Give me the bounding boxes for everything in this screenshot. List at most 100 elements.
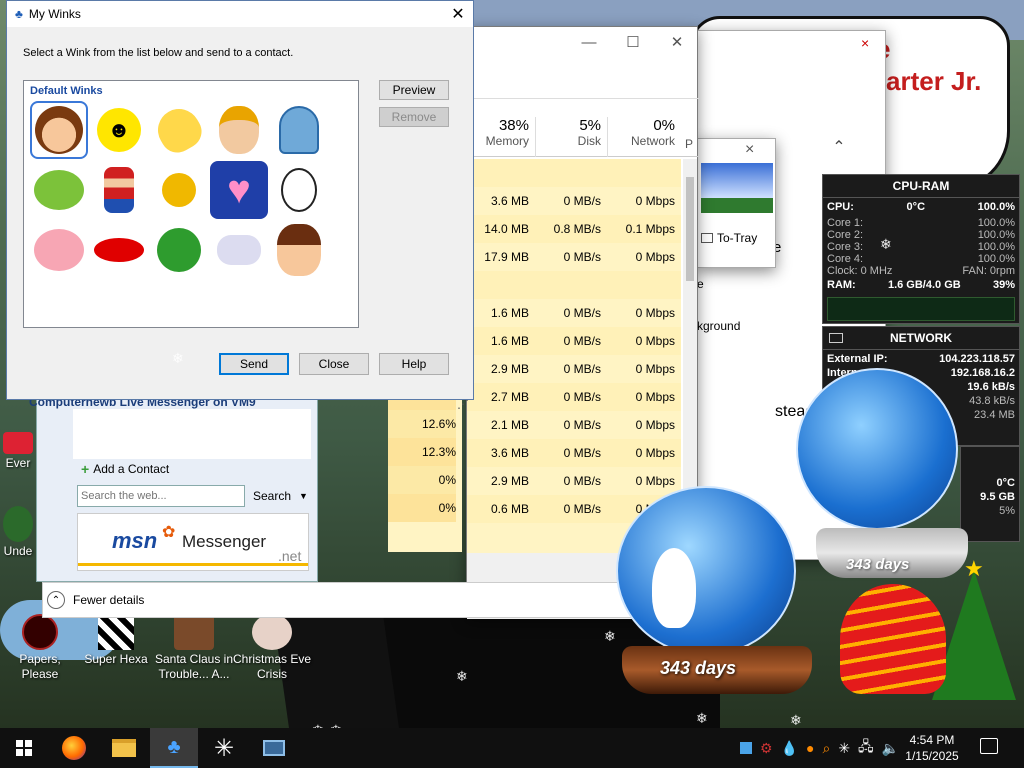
clock-time: 4:54 PM (909, 733, 955, 747)
tray-settings-icon[interactable]: ⚙ (760, 740, 773, 757)
task-manager-icon (263, 740, 285, 756)
dropdown-arrow-icon[interactable]: ▼ (299, 489, 308, 503)
column-power[interactable]: P (685, 137, 699, 157)
process-row[interactable] (467, 159, 681, 187)
process-row[interactable] (467, 271, 681, 299)
wink-lightbulb[interactable] (150, 101, 208, 159)
process-row[interactable]: 1.6 MB 0 MB/s 0 Mbps (467, 299, 681, 327)
snow-globe-large[interactable]: 343 days (796, 368, 968, 588)
taskbar-file-explorer[interactable] (100, 728, 148, 768)
tray-dialog-close-icon[interactable]: × (745, 141, 754, 159)
add-contact-link[interactable]: + Add a Contact (81, 461, 169, 477)
wink-kiss[interactable] (90, 221, 148, 279)
drive-gadget[interactable]: 0°C 9.5 GB 5% (960, 446, 1020, 542)
to-tray-option[interactable]: To-Tray (701, 231, 757, 245)
wink-alien-jar[interactable] (270, 101, 328, 159)
desktop-icon-santa-claus[interactable]: Santa Claus in Trouble... A... (154, 614, 234, 682)
clock[interactable]: 4:54 PM 1/15/2025 (900, 732, 964, 764)
flexing-smiley-icon (162, 173, 196, 207)
total-transfer: 23.4 MB (974, 409, 1015, 421)
msn-ad-banner[interactable]: msn ✿ Messenger .net (77, 513, 309, 571)
core-value: 100.0% (977, 217, 1015, 229)
taskbar-messenger[interactable]: ♣ (150, 728, 198, 768)
desktop-icon-super-hexa[interactable]: Super Hexa (76, 614, 156, 667)
external-ip-row: External IP: 104.223.118.57 (827, 353, 1015, 365)
desktop-icon-papers-please[interactable]: Papers, Please (0, 614, 80, 682)
process-cpu-cell: 0% (388, 494, 456, 522)
external-ip-label: External IP: (827, 353, 888, 365)
my-winks-dialog[interactable]: ♣ My Winks ✕ Select a Wink from the list… (6, 0, 474, 400)
snow-globe-snowman[interactable]: 343 days (612, 486, 812, 700)
wink-fist[interactable] (210, 221, 268, 279)
process-row[interactable]: 2.7 MB 0 MB/s 0 Mbps (467, 383, 681, 411)
wink-pig[interactable] (30, 221, 88, 279)
fewer-details-toggle[interactable]: ⌃ Fewer details (42, 582, 698, 618)
process-network-cell: 0 Mbps (635, 446, 675, 460)
preview-button[interactable]: Preview (379, 80, 449, 100)
search-button[interactable]: Search ▼ (253, 489, 308, 503)
desktop-icon-label: Super Hexa (84, 652, 148, 666)
ram-value: 1.6 GB/4.0 GB (887, 279, 961, 291)
process-row[interactable]: 2.1 MB 0 MB/s 0 Mbps (467, 411, 681, 439)
column-memory[interactable]: 38% Memory (467, 117, 535, 157)
msn-butterfly-icon: ✿ (162, 524, 176, 541)
side-window-scroll-up[interactable]: ⌃ (829, 137, 849, 161)
process-row[interactable]: 3.6 MB 0 MB/s 0 Mbps (467, 187, 681, 215)
wink-guitar-player[interactable] (150, 221, 208, 279)
tray-network-icon[interactable]: 🖧 (858, 736, 874, 760)
send-button[interactable]: Send (219, 353, 289, 375)
notification-center-icon[interactable] (980, 738, 998, 754)
wink-nerd-guitar[interactable] (210, 101, 268, 159)
core-row: Core 1: 100.0% (827, 217, 1015, 229)
side-window-background-text: kground (697, 319, 741, 333)
tray-orange-icon[interactable]: ● (806, 740, 814, 756)
wink-running-boy[interactable] (90, 161, 148, 219)
wink-smiley[interactable]: ☻ (90, 101, 148, 159)
side-window-close-icon[interactable]: × (861, 35, 869, 51)
core-row: Core 4: 100.0% (827, 253, 1015, 265)
tray-volume-icon[interactable]: 🔈 (882, 740, 899, 757)
taskbar-snowflake-app[interactable]: ✳ (200, 728, 248, 768)
game-icon (252, 614, 292, 650)
column-disk[interactable]: 5% Disk (535, 117, 607, 157)
column-network[interactable]: 0% Network (607, 117, 681, 157)
process-row[interactable]: 1.6 MB 0 MB/s 0 Mbps (467, 327, 681, 355)
tray-dialog[interactable]: × To-Tray (696, 138, 776, 268)
system-tray: ⚙ 💧 ● ⌕ ✳ 🖧 🔈 (740, 728, 899, 768)
firefox-icon (62, 736, 86, 760)
messenger-product: Messenger (182, 532, 267, 551)
messenger-window[interactable]: Computernewb Live Messenger on VM9 ⋰ + A… (29, 392, 469, 582)
cpu-ram-gadget[interactable]: CPU-RAM CPU: 0°C 100.0% Core 1: 100.0% C… (822, 174, 1020, 324)
close-button[interactable]: ✕ (655, 27, 699, 57)
memory-label: Memory (485, 134, 529, 148)
process-row[interactable]: 3.6 MB 0 MB/s 0 Mbps (467, 439, 681, 467)
wink-boy-cap[interactable] (30, 101, 88, 159)
wink-frog[interactable] (30, 161, 88, 219)
tray-search-icon[interactable]: ⌕ (822, 740, 830, 757)
start-button[interactable] (0, 728, 48, 768)
process-row[interactable]: 2.9 MB 0 MB/s 0 Mbps (467, 355, 681, 383)
taskbar-firefox[interactable] (50, 728, 98, 768)
wink-stick-face[interactable] (270, 161, 328, 219)
tray-app-icon[interactable] (740, 742, 752, 754)
remove-button[interactable]: Remove (379, 107, 449, 127)
wink-heart[interactable]: ♥ (210, 161, 268, 219)
process-row[interactable]: 17.9 MB 0 MB/s 0 Mbps (467, 243, 681, 271)
winks-close-button[interactable]: ✕ (443, 1, 473, 27)
wink-flexing-smiley[interactable] (150, 161, 208, 219)
process-row[interactable]: 14.0 MB 0.8 MB/s 0.1 Mbps (467, 215, 681, 243)
tray-snowflake-icon[interactable]: ✳ (838, 740, 850, 757)
alien-jar-icon (279, 106, 319, 154)
desktop-icon-christmas-eve-crisis[interactable]: Christmas Eve Crisis (232, 614, 312, 682)
taskbar-task-manager[interactable] (250, 728, 298, 768)
help-button[interactable]: Help (379, 353, 449, 375)
search-web-input[interactable] (77, 485, 245, 507)
maximize-button[interactable]: ☐ (611, 27, 655, 57)
task-manager-titlebar: — ☐ ✕ (467, 27, 699, 57)
scrollbar-thumb[interactable] (686, 177, 694, 281)
tray-drop-icon[interactable]: 💧 (781, 740, 798, 757)
wink-list[interactable]: Default Winks ☻ ♥ (23, 80, 359, 328)
close-dialog-button[interactable]: Close (299, 353, 369, 375)
wink-girl[interactable] (270, 221, 328, 279)
minimize-button[interactable]: — (567, 27, 611, 57)
